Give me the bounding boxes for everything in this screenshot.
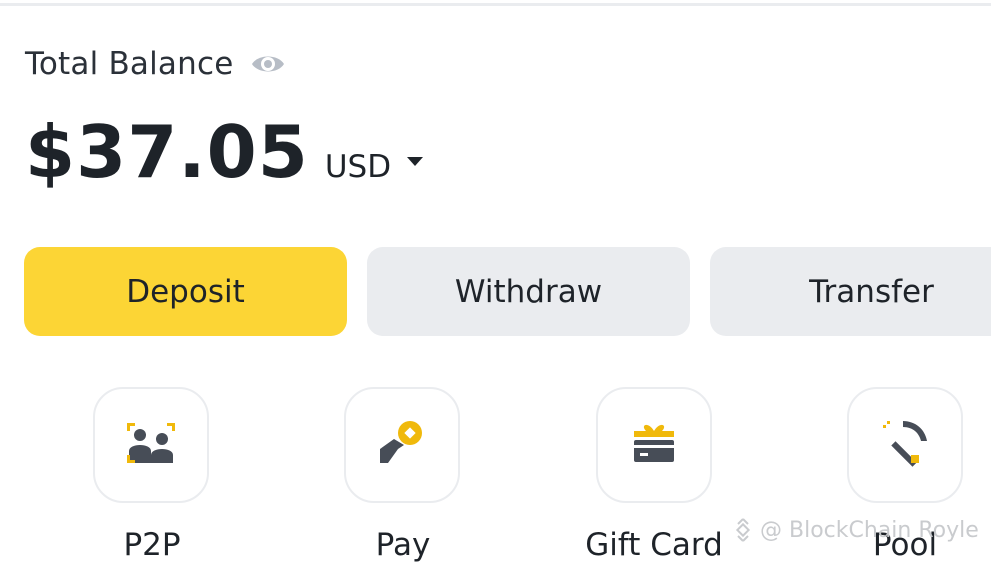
withdraw-button[interactable]: Withdraw — [367, 247, 690, 336]
deposit-button[interactable]: Deposit — [24, 247, 347, 336]
currency-selector[interactable]: USD — [325, 149, 391, 185]
transfer-button[interactable]: Transfer — [710, 247, 991, 336]
pickaxe-icon — [881, 419, 929, 471]
balance-amount-row: $37.05 USD — [25, 110, 424, 194]
total-balance-label: Total Balance — [25, 46, 234, 82]
balance-amount: $37.05 — [25, 110, 309, 194]
p2p-tile[interactable] — [93, 387, 209, 503]
watermark: @ BlockChain Royle — [730, 517, 979, 543]
total-balance-header: Total Balance — [25, 46, 286, 82]
caret-down-icon[interactable] — [407, 156, 424, 166]
watermark-text: @ BlockChain Royle — [760, 517, 979, 543]
p2p-icon — [127, 421, 175, 469]
gift-card-label: Gift Card — [585, 527, 723, 563]
top-divider — [0, 3, 991, 6]
gift-card-tile[interactable] — [596, 387, 712, 503]
pay-label: Pay — [375, 527, 431, 563]
pay-icon — [378, 419, 426, 471]
eye-icon[interactable] — [250, 46, 286, 82]
p2p-label: P2P — [123, 527, 181, 563]
binance-logo-icon — [735, 518, 751, 542]
gift-card-icon — [632, 421, 676, 469]
pay-tile[interactable] — [344, 387, 460, 503]
pool-tile[interactable] — [847, 387, 963, 503]
